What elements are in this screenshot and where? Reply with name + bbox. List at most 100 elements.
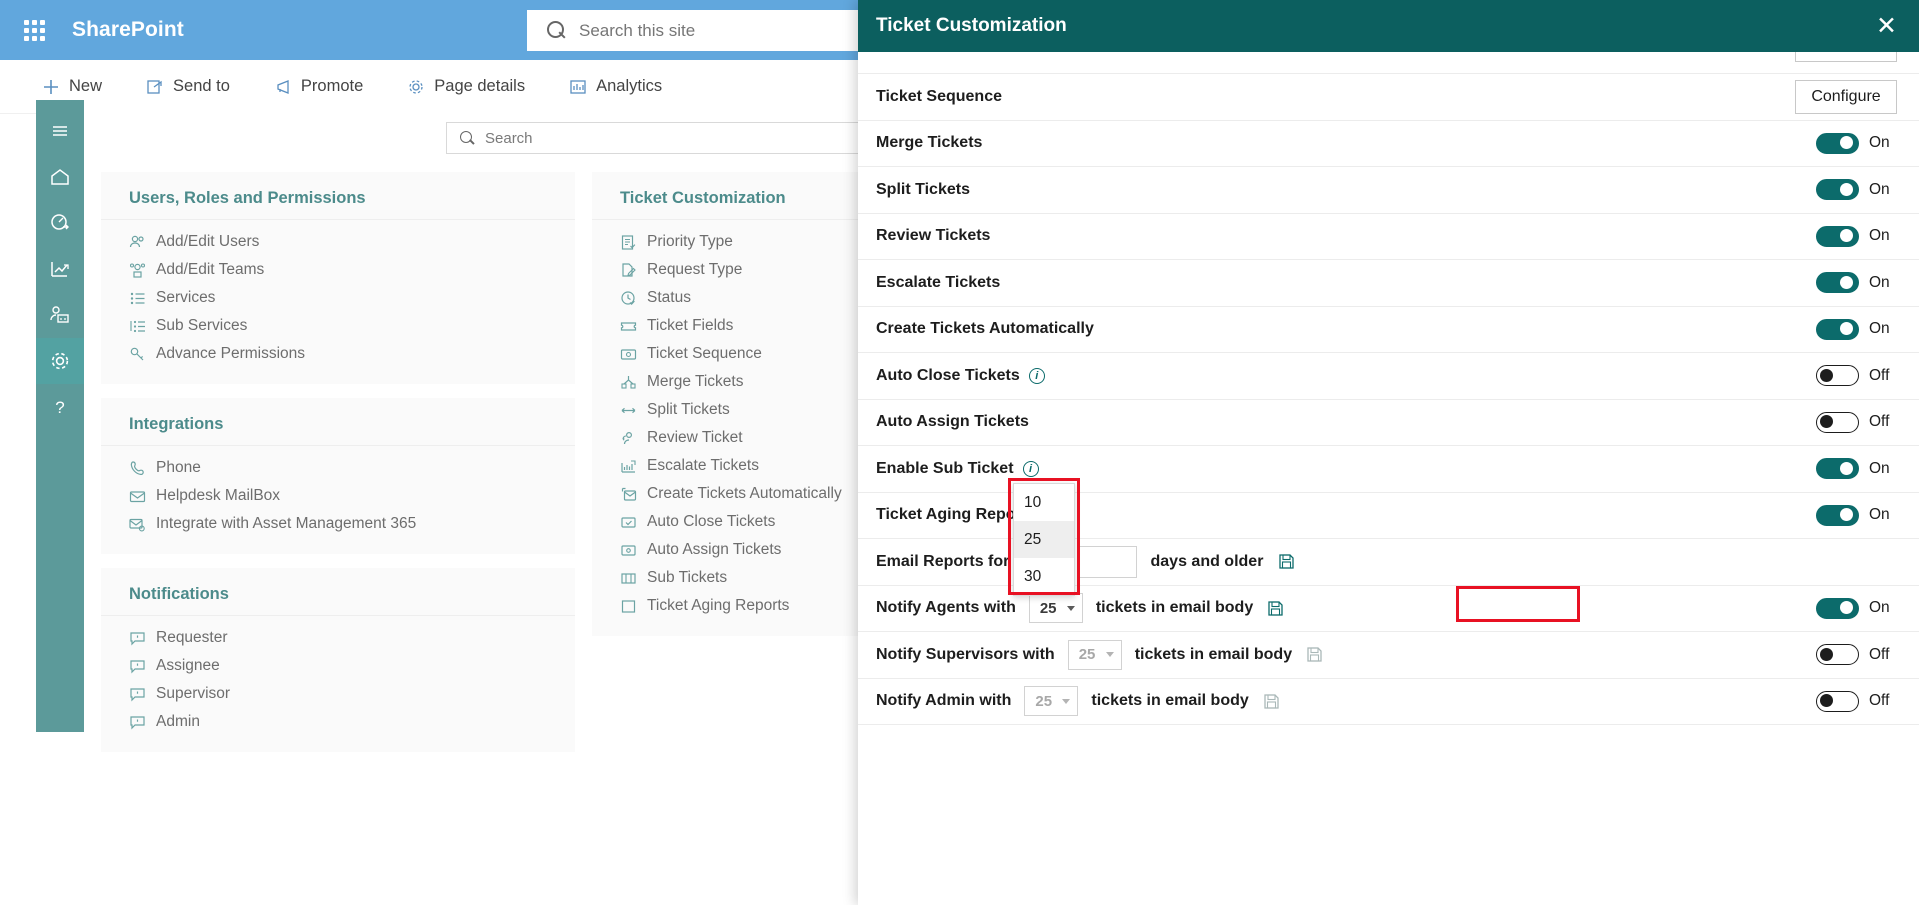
list-item-label: Requester (156, 629, 228, 646)
split-tickets-toggle[interactable] (1816, 179, 1859, 201)
count-dropdown-menu[interactable]: 10 25 30 (1013, 483, 1075, 596)
merge-icon (621, 375, 636, 389)
email-reports-suffix: days and older (1150, 552, 1264, 570)
notify-agents-toggle[interactable] (1816, 597, 1859, 619)
list-item-helpdesk-mailbox[interactable]: Helpdesk MailBox (101, 482, 575, 510)
info-icon[interactable]: i (1028, 367, 1045, 384)
panel-row-notify-admin: Notify Admin with 25 tickets in email bo… (858, 679, 1919, 725)
panel-row-review-tickets: Review Tickets On (858, 214, 1919, 260)
list-item-label: Sub Tickets (647, 569, 728, 586)
save-icon[interactable] (1305, 645, 1324, 664)
list-item-admin[interactable]: Admin (101, 708, 575, 736)
comment-alert-icon (130, 631, 145, 645)
notify-admin-count-select[interactable]: 25 (1024, 686, 1079, 717)
list-item-label: Services (156, 289, 216, 306)
hamburger-menu-icon (53, 126, 67, 136)
toggle-state-label: Off (1869, 692, 1890, 710)
save-icon[interactable] (1262, 692, 1281, 711)
toggle-state-label: On (1869, 227, 1890, 245)
key-icon (130, 347, 144, 360)
phone-icon (130, 460, 144, 475)
list-item-label: Merge Tickets (647, 373, 744, 390)
list-item-label: Phone (156, 459, 201, 476)
create-tickets-automatically-toggle[interactable] (1816, 318, 1859, 340)
notify-supervisors-count-select[interactable]: 25 (1067, 639, 1122, 670)
rail-item-menu[interactable] (36, 108, 84, 154)
list-item-label: Escalate Tickets (647, 457, 759, 474)
panel-header: Ticket Customization ✕ (858, 0, 1919, 52)
notify-admin-toggle[interactable] (1816, 690, 1859, 712)
analytics-label: Analytics (596, 77, 663, 95)
app-launcher-icon[interactable] (10, 19, 58, 41)
ticket-icon (620, 321, 637, 331)
rail-item-agents[interactable] (36, 292, 84, 338)
email-reports-days-input[interactable] (1078, 545, 1137, 578)
analytics-bar-chart-icon (570, 79, 586, 94)
list-item-label: Add/Edit Users (156, 233, 260, 250)
notify-agents-count-select[interactable]: 25 (1028, 593, 1083, 624)
home-icon (51, 169, 69, 185)
list-item-add-edit-teams[interactable]: Add/Edit Teams (101, 256, 575, 284)
list-item-phone[interactable]: Phone (101, 454, 575, 482)
rail-item-dashboard[interactable] (36, 200, 84, 246)
ticket-aging-report-toggle[interactable] (1816, 504, 1859, 526)
row-label: Auto Close Tickets i (876, 367, 1045, 385)
list-item-label: Auto Close Tickets (647, 513, 776, 530)
svg-text:?: ? (55, 398, 64, 417)
list-item-requester[interactable]: Requester (101, 624, 575, 652)
configure-button[interactable]: Configure (1795, 79, 1897, 114)
list-item-supervisor[interactable]: Supervisor (101, 680, 575, 708)
panel-row-auto-assign-tickets: Auto Assign Tickets Off (858, 400, 1919, 446)
list-item-integrate-asset-management[interactable]: Integrate with Asset Management 365 (101, 510, 575, 538)
auto-close-icon (621, 516, 636, 528)
dropdown-option-10[interactable]: 10 (1014, 484, 1074, 521)
card-users-roles-permissions: Users, Roles and Permissions Add/Edit Us… (101, 172, 575, 384)
row-label: Merge Tickets (876, 134, 983, 152)
panel-row-split-tickets: Split Tickets On (858, 167, 1919, 214)
list-item-advance-permissions[interactable]: Advance Permissions (101, 340, 575, 368)
toggle-state-label: On (1869, 599, 1890, 617)
auto-close-tickets-toggle[interactable] (1816, 365, 1859, 387)
send-to-label: Send to (173, 77, 230, 95)
configure-button-partial[interactable] (1795, 52, 1897, 62)
list-item-assignee[interactable]: Assignee (101, 652, 575, 680)
rail-item-help[interactable]: ? (36, 384, 84, 430)
teams-icon (129, 262, 146, 278)
chevron-down-icon (1062, 698, 1071, 704)
notify-supervisors-toggle[interactable] (1816, 644, 1859, 666)
dropdown-option-30[interactable]: 30 (1014, 558, 1074, 595)
enable-sub-ticket-toggle[interactable] (1816, 458, 1859, 480)
save-icon[interactable] (1266, 599, 1285, 618)
comment-alert-icon (130, 659, 145, 673)
sharepoint-brand[interactable]: SharePoint (72, 18, 184, 42)
help-question-icon: ? (55, 398, 64, 417)
save-icon[interactable] (1277, 552, 1296, 571)
gear-icon (51, 352, 69, 370)
toggle-state-label: Off (1869, 413, 1890, 431)
close-icon[interactable]: ✕ (1876, 13, 1897, 39)
toggle-state-label: Off (1869, 366, 1890, 384)
request-edit-icon (622, 262, 636, 277)
list-item-label: Assignee (156, 657, 220, 674)
panel-row-merge-tickets: Merge Tickets On (858, 121, 1919, 167)
list-item-label: Add/Edit Teams (156, 261, 265, 278)
sub-list-icon (130, 320, 145, 332)
dropdown-option-25[interactable]: 25 (1014, 521, 1074, 558)
list-item-add-edit-users[interactable]: Add/Edit Users (101, 228, 575, 256)
panel-row-create-tickets-automatically: Create Tickets Automatically On (858, 307, 1919, 353)
rail-item-settings[interactable] (36, 338, 84, 384)
info-icon[interactable]: i (1022, 460, 1039, 477)
escalate-tickets-toggle[interactable] (1816, 272, 1859, 294)
rail-item-reports[interactable] (36, 246, 84, 292)
card-notifications: Notifications Requester Assignee Supervi… (101, 568, 575, 752)
toggle-state-label: On (1869, 320, 1890, 338)
auto-assign-tickets-toggle[interactable] (1816, 411, 1859, 433)
list-item-sub-services[interactable]: Sub Services (101, 312, 575, 340)
merge-tickets-toggle[interactable] (1816, 132, 1859, 154)
review-tickets-toggle[interactable] (1816, 225, 1859, 247)
new-label: New (69, 77, 103, 95)
search-icon (459, 130, 475, 146)
rail-item-home[interactable] (36, 154, 84, 200)
toggle-state-label: On (1869, 273, 1890, 291)
list-item-services[interactable]: Services (101, 284, 575, 312)
